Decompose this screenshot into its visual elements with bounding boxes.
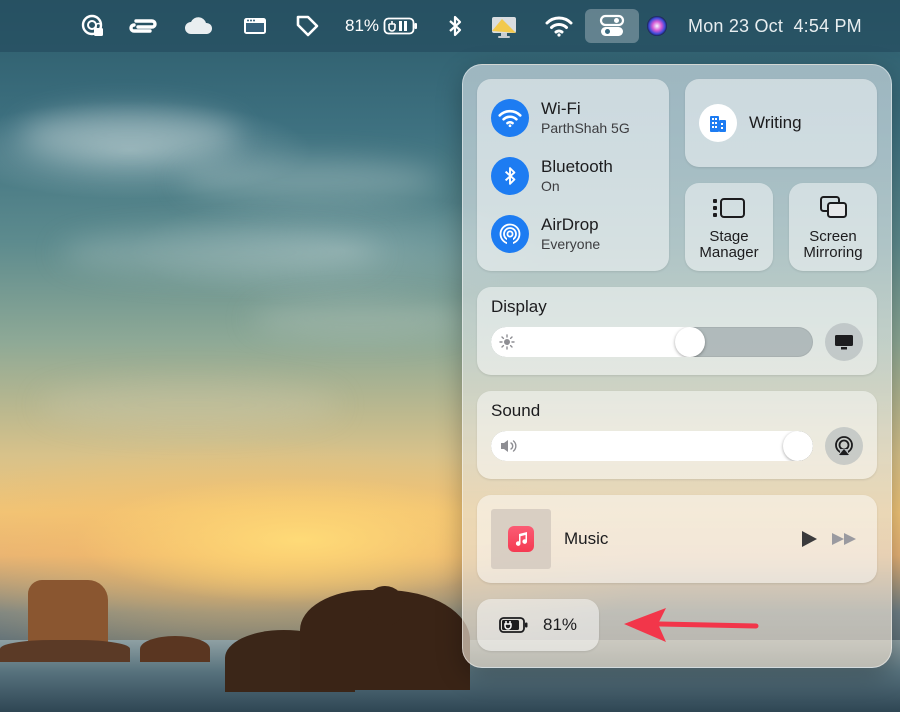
datetime-text: Mon 23 Oct 4:54 PM: [688, 15, 862, 36]
audio-output-button[interactable]: [825, 427, 863, 465]
battery-charging-icon: [499, 616, 529, 634]
focus-tile[interactable]: Writing: [685, 79, 877, 167]
bluetooth-icon: [504, 167, 516, 185]
bluetooth-status: On: [541, 178, 560, 194]
wifi-icon: [498, 109, 522, 128]
battery-tile[interactable]: 81%: [477, 599, 599, 651]
airplay-audio-icon: [835, 436, 853, 456]
music-title: Music: [564, 529, 609, 548]
stage-manager-label-2: Manager: [699, 244, 759, 261]
screen-mirroring-tile[interactable]: Screen Mirroring: [789, 183, 877, 271]
bluetooth-icon[interactable]: [444, 0, 466, 52]
airdrop-icon: [499, 223, 521, 246]
sun-icon: [499, 334, 515, 355]
volume-slider[interactable]: [491, 431, 813, 461]
airdrop-toggle-button[interactable]: [491, 215, 529, 253]
sound-module: Sound: [477, 391, 877, 479]
dual-arrows-icon[interactable]: [127, 0, 159, 52]
control-center-icon[interactable]: [585, 9, 639, 43]
wifi-row[interactable]: Wi-Fi ParthShah 5G: [491, 99, 630, 137]
menubar-battery[interactable]: 81%: [342, 0, 422, 52]
display-icon: [835, 335, 853, 350]
menu-bar: 81% Mon 23 Oct 4:54 PM: [0, 0, 900, 52]
building-icon: [710, 116, 726, 132]
battery-percent: 81%: [543, 615, 578, 634]
sound-title: Sound: [491, 401, 541, 420]
screen-share-icon[interactable]: [488, 0, 520, 52]
screen-mirroring-label-1: Screen: [809, 228, 857, 245]
battery-charging-icon: [383, 16, 419, 36]
menubar-datetime[interactable]: Mon 23 Oct 4:54 PM: [688, 0, 880, 52]
next-track-button[interactable]: [831, 531, 859, 552]
siri-icon[interactable]: [644, 0, 670, 52]
speaker-icon: [499, 438, 519, 459]
music-app-icon: [508, 526, 534, 552]
annotation-arrow: [620, 606, 760, 655]
airdrop-row[interactable]: AirDrop Everyone: [491, 215, 600, 253]
focus-button[interactable]: [699, 104, 737, 142]
wifi-toggle-button[interactable]: [491, 99, 529, 137]
stage-manager-tile[interactable]: Stage Manager: [685, 183, 773, 271]
wifi-network-name: ParthShah 5G: [541, 120, 630, 136]
menubar-battery-percent: 81%: [344, 16, 380, 35]
play-button[interactable]: [799, 529, 819, 554]
cloud-icon[interactable]: [182, 0, 216, 52]
volume-fill: [491, 431, 798, 461]
connectivity-module: Wi-Fi ParthShah 5G Bluetooth On AirDrop …: [477, 79, 669, 271]
screen-mirroring-icon: [819, 195, 849, 224]
stage-manager-label-1: Stage: [709, 228, 749, 245]
tag-icon[interactable]: [292, 0, 322, 52]
play-icon: [802, 531, 817, 547]
bluetooth-title: Bluetooth: [541, 157, 613, 176]
bluetooth-toggle-button[interactable]: [491, 157, 529, 195]
display-module: Display: [477, 287, 877, 375]
wifi-icon[interactable]: [544, 0, 574, 52]
stage-manager-icon: [712, 197, 746, 224]
window-icon[interactable]: [241, 0, 269, 52]
brightness-slider-knob[interactable]: [675, 327, 705, 357]
display-title: Display: [491, 297, 547, 316]
fast-forward-icon: [832, 533, 856, 545]
brightness-slider[interactable]: [491, 327, 813, 357]
wifi-title: Wi-Fi: [541, 99, 581, 118]
control-center-panel: Wi-Fi ParthShah 5G Bluetooth On AirDrop …: [462, 64, 892, 668]
brightness-fill: [491, 327, 690, 357]
now-playing-module[interactable]: Music: [477, 495, 877, 583]
album-artwork: [491, 509, 551, 569]
focus-label: Writing: [749, 113, 802, 132]
display-settings-button[interactable]: [825, 323, 863, 361]
airdrop-visibility: Everyone: [541, 236, 601, 252]
airdrop-title: AirDrop: [541, 215, 599, 234]
bluetooth-row[interactable]: Bluetooth On: [491, 157, 613, 195]
volume-slider-knob[interactable]: [783, 431, 813, 461]
sync-lock-icon[interactable]: [78, 0, 108, 52]
screen-mirroring-label-2: Mirroring: [803, 244, 863, 261]
